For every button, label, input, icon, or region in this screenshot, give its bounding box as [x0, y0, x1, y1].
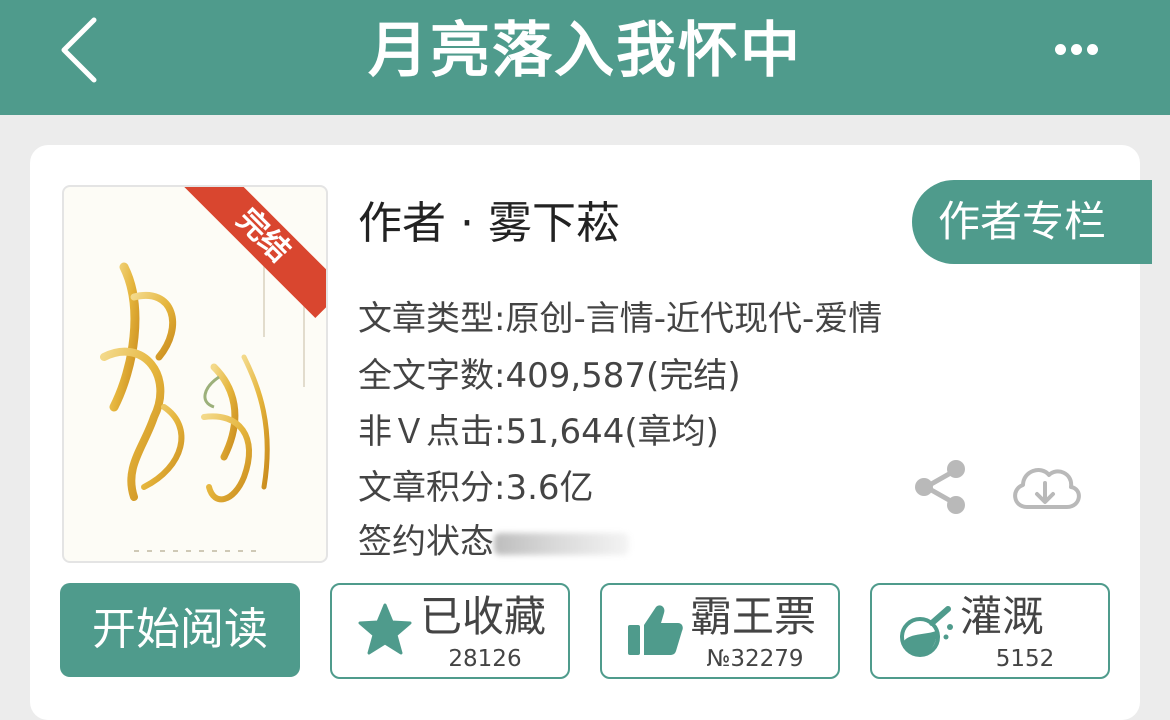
more-dots-icon: [1055, 44, 1066, 55]
contract-status-label: 签约状态: [358, 522, 494, 562]
word-count: 全文字数:409,587(完结): [358, 356, 741, 396]
share-button[interactable]: [910, 457, 970, 517]
click-count: 非Ｖ点击:51,644(章均): [358, 412, 719, 452]
page-title: 月亮落入我怀中: [368, 16, 802, 86]
download-button[interactable]: [1005, 457, 1085, 517]
nourish-button[interactable]: 灌溉 5152: [870, 583, 1110, 679]
flask-icon: [900, 606, 953, 657]
thumbs-up-icon: [628, 605, 683, 655]
blurred-value: [494, 532, 629, 555]
article-type: 文章类型:原创-言情-近代现代-爱情: [358, 299, 883, 339]
vote-label: 霸王票: [690, 592, 817, 641]
top-navigation-bar: 月亮落入我怀中: [0, 0, 1170, 115]
article-score: 文章积分:3.6亿: [358, 468, 594, 508]
more-options-button[interactable]: [1055, 40, 1115, 60]
share-icon: [915, 460, 965, 514]
nourish-label: 灌溉: [960, 592, 1045, 641]
vote-count: №32279: [706, 646, 804, 672]
author-column-button[interactable]: 作者专栏: [912, 180, 1152, 264]
book-cover[interactable]: 完结: [62, 185, 328, 563]
collect-count: 28126: [448, 646, 522, 672]
cloud-download-icon: [1013, 468, 1081, 509]
book-info-card: 完结 作者 · 雾下菘 作者专栏 文章类型:原创-言情-近代现代-爱情 全文字数…: [30, 145, 1152, 720]
star-icon: [358, 603, 412, 655]
collect-label: 已收藏: [420, 592, 547, 641]
start-reading-button[interactable]: 开始阅读: [60, 583, 300, 677]
nourish-count: 5152: [995, 646, 1055, 672]
contract-status: 签约状态: [358, 521, 629, 563]
collect-button[interactable]: 已收藏 28126: [330, 583, 570, 679]
vote-button[interactable]: 霸王票 №32279: [600, 583, 840, 679]
author-name[interactable]: 作者 · 雾下菘: [358, 197, 620, 251]
